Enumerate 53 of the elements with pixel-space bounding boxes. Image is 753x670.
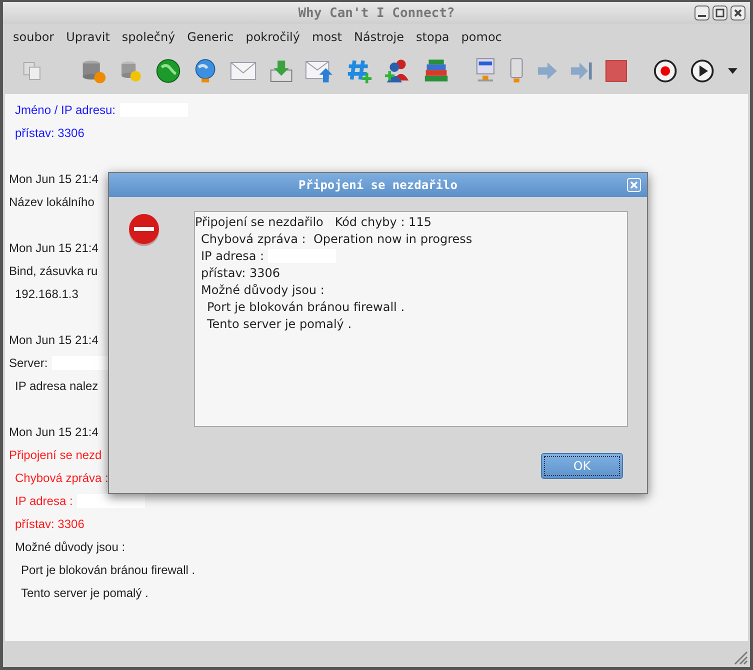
record-icon[interactable] bbox=[653, 58, 678, 84]
log-text: Port je blokován bránou firewall . bbox=[21, 562, 196, 576]
message-text: IP adresa : bbox=[201, 248, 264, 262]
menu-item[interactable]: Nástroje bbox=[348, 30, 410, 44]
log-text: Mon Jun 15 21:4 bbox=[9, 172, 98, 186]
menu-item[interactable]: most bbox=[306, 30, 348, 44]
dropdown-icon[interactable] bbox=[726, 67, 738, 75]
message-text: Port je blokován bránou firewall . bbox=[207, 300, 405, 314]
menu-item[interactable]: Generic bbox=[181, 30, 240, 44]
message-text: Tento server je pomalý . bbox=[207, 316, 352, 330]
log-text: přístav: 3306 bbox=[15, 126, 84, 140]
menu-item[interactable]: stopa bbox=[410, 30, 456, 44]
menu-item[interactable]: pomoc bbox=[455, 30, 508, 44]
books-icon[interactable] bbox=[422, 58, 450, 84]
message-text: Chybová zpráva : Operation now in progress bbox=[201, 232, 472, 246]
log-text: 192.168.1.3 bbox=[15, 286, 78, 300]
resize-grip-icon[interactable] bbox=[732, 649, 748, 665]
message-text: Připojení se nezdařilo Kód chyby : 115 bbox=[195, 214, 432, 228]
minimize-icon[interactable] bbox=[694, 5, 710, 21]
stop-icon[interactable] bbox=[604, 59, 628, 83]
menu-item[interactable]: soubor bbox=[7, 30, 60, 44]
log-text: Možné důvody jsou : bbox=[15, 540, 126, 554]
log-text: přístav: 3306 bbox=[15, 516, 84, 530]
log-text: Připojení se nezd bbox=[9, 448, 102, 462]
log-text: Server: bbox=[9, 356, 48, 370]
close-icon[interactable] bbox=[730, 5, 746, 21]
error-icon bbox=[128, 213, 160, 247]
message-text: přístav: 3306 bbox=[201, 266, 280, 280]
log-text: IP adresa : bbox=[15, 494, 73, 508]
server-icon[interactable] bbox=[508, 57, 526, 85]
log-text: Mon Jun 15 21:4 bbox=[9, 424, 98, 438]
log-text: Mon Jun 15 21:4 bbox=[9, 240, 98, 254]
log-text: Tento server je pomalý . bbox=[21, 586, 148, 600]
maximize-icon[interactable] bbox=[712, 5, 728, 21]
log-text: Název lokálního bbox=[9, 194, 94, 208]
globe-icon[interactable] bbox=[154, 57, 182, 85]
download-icon[interactable] bbox=[268, 58, 294, 84]
send-icon[interactable] bbox=[305, 58, 334, 84]
arrow-end-icon[interactable] bbox=[570, 61, 593, 81]
menu-item[interactable]: pokročilý bbox=[240, 30, 306, 44]
log-text: Bind, zásuvka ru bbox=[9, 264, 98, 278]
menu-item[interactable]: Upravit bbox=[60, 30, 116, 44]
log-text: IP adresa nalez bbox=[15, 378, 98, 392]
message-text: Možné důvody jsou : bbox=[201, 282, 324, 296]
menu-item[interactable]: společný bbox=[116, 30, 182, 44]
log-text: Jméno / IP adresu: bbox=[15, 102, 116, 116]
play-icon[interactable] bbox=[690, 58, 715, 84]
log-text: Chybová zpráva : bbox=[15, 470, 108, 484]
users-icon[interactable] bbox=[384, 57, 411, 85]
dialog-title: Připojení se nezdařilo bbox=[298, 178, 458, 192]
log-text: Mon Jun 15 21:4 bbox=[9, 332, 98, 346]
window-title: Why Can't I Connect? bbox=[298, 6, 455, 20]
mail-icon[interactable] bbox=[230, 60, 257, 82]
